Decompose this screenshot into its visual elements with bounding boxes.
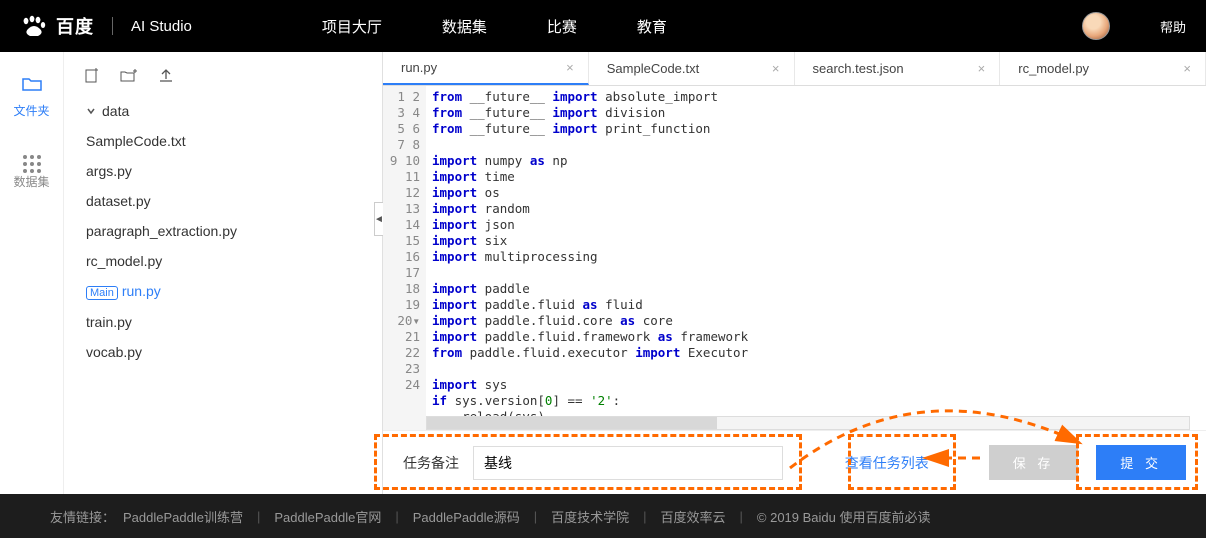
tree-file[interactable]: args.py xyxy=(80,156,366,186)
nav-education[interactable]: 教育 xyxy=(637,16,667,37)
tree-file[interactable]: dataset.py xyxy=(80,186,366,216)
new-file-icon[interactable] xyxy=(84,68,100,84)
editor-pane: ◄ run.py× SampleCode.txt× search.test.js… xyxy=(382,52,1206,494)
close-icon[interactable]: × xyxy=(772,61,780,76)
chevron-down-icon xyxy=(86,106,96,116)
tab-search[interactable]: search.test.json× xyxy=(795,52,1001,85)
editor-tabs: run.py× SampleCode.txt× search.test.json… xyxy=(383,52,1206,86)
tab-sample[interactable]: SampleCode.txt× xyxy=(589,52,795,85)
upload-icon[interactable] xyxy=(158,68,174,84)
collapse-handle[interactable]: ◄ xyxy=(374,202,383,236)
top-header: 百度 AI Studio 项目大厅 数据集 比赛 教育 帮助 xyxy=(0,0,1206,52)
footer-link[interactable]: 百度效率云 xyxy=(661,507,726,526)
submit-button[interactable]: 提 交 xyxy=(1096,445,1186,480)
rail-datasets[interactable]: 数据集 xyxy=(0,147,63,190)
footer-link[interactable]: PaddlePaddle训练营 xyxy=(123,507,243,526)
code-content[interactable]: from __future__ import absolute_import f… xyxy=(426,86,1206,430)
main-nav: 项目大厅 数据集 比赛 教育 xyxy=(322,16,667,37)
help-link[interactable]: 帮助 xyxy=(1160,17,1186,36)
save-button[interactable]: 保 存 xyxy=(989,445,1079,480)
view-task-list-link[interactable]: 查看任务列表 xyxy=(845,453,929,473)
main-area: 文件夹 数据集 data SampleCode.txt args.py data… xyxy=(0,52,1206,494)
line-gutter: 1 2 3 4 5 6 7 8 9 10 11 12 13 14 15 16 1… xyxy=(383,86,426,430)
logo-subtitle: AI Studio xyxy=(131,18,192,35)
tree-file[interactable]: SampleCode.txt xyxy=(80,126,366,156)
tree-file[interactable]: vocab.py xyxy=(80,337,366,367)
footer-label: 友情链接： xyxy=(50,507,115,526)
folder-icon xyxy=(0,76,63,96)
scrollbar-thumb[interactable] xyxy=(427,417,717,429)
rail-datasets-label: 数据集 xyxy=(0,173,63,190)
main-badge: Main xyxy=(86,286,118,300)
file-sidebar: data SampleCode.txt args.py dataset.py p… xyxy=(64,52,382,494)
footer-link[interactable]: PaddlePaddle源码 xyxy=(413,507,520,526)
baidu-paw-icon xyxy=(20,15,48,37)
footer-copyright: © 2019 Baidu 使用百度前必读 xyxy=(757,507,931,526)
logo-separator xyxy=(112,17,113,35)
close-icon[interactable]: × xyxy=(978,61,986,76)
tree-children: SampleCode.txt args.py dataset.py paragr… xyxy=(80,126,366,367)
footer-link[interactable]: 百度技术学院 xyxy=(551,507,629,526)
footer: 友情链接： PaddlePaddle训练营| PaddlePaddle官网| P… xyxy=(0,494,1206,538)
grid-icon xyxy=(0,147,63,167)
tree-folder-data[interactable]: data xyxy=(80,96,366,126)
folder-name: data xyxy=(102,103,129,119)
close-icon[interactable]: × xyxy=(566,60,574,75)
new-folder-icon[interactable] xyxy=(120,68,138,84)
tree-file[interactable]: train.py xyxy=(80,307,366,337)
footer-link[interactable]: PaddlePaddle官网 xyxy=(274,507,381,526)
close-icon[interactable]: × xyxy=(1183,61,1191,76)
left-rail: 文件夹 数据集 xyxy=(0,52,64,494)
sidebar-toolbar xyxy=(80,64,366,96)
tree-file-active[interactable]: Mainrun.py xyxy=(80,276,366,307)
user-avatar[interactable] xyxy=(1082,12,1110,40)
task-label: 任务备注 xyxy=(403,453,459,473)
tab-run[interactable]: run.py× xyxy=(383,52,589,85)
nav-competitions[interactable]: 比赛 xyxy=(547,16,577,37)
code-area[interactable]: 1 2 3 4 5 6 7 8 9 10 11 12 13 14 15 16 1… xyxy=(383,86,1206,430)
rail-files-label: 文件夹 xyxy=(0,102,63,119)
nav-projects[interactable]: 项目大厅 xyxy=(322,16,382,37)
rail-files[interactable]: 文件夹 xyxy=(0,76,63,119)
logo-text: 百度 xyxy=(56,13,94,39)
tree-file[interactable]: rc_model.py xyxy=(80,246,366,276)
tab-rcmodel[interactable]: rc_model.py× xyxy=(1000,52,1206,85)
task-remark-input[interactable] xyxy=(473,446,783,480)
tree-file[interactable]: paragraph_extraction.py xyxy=(80,216,366,246)
logo[interactable]: 百度 AI Studio xyxy=(20,13,192,39)
horizontal-scrollbar[interactable] xyxy=(426,416,1190,430)
nav-datasets[interactable]: 数据集 xyxy=(442,16,487,37)
task-bar: 任务备注 查看任务列表 保 存 提 交 xyxy=(383,430,1206,494)
